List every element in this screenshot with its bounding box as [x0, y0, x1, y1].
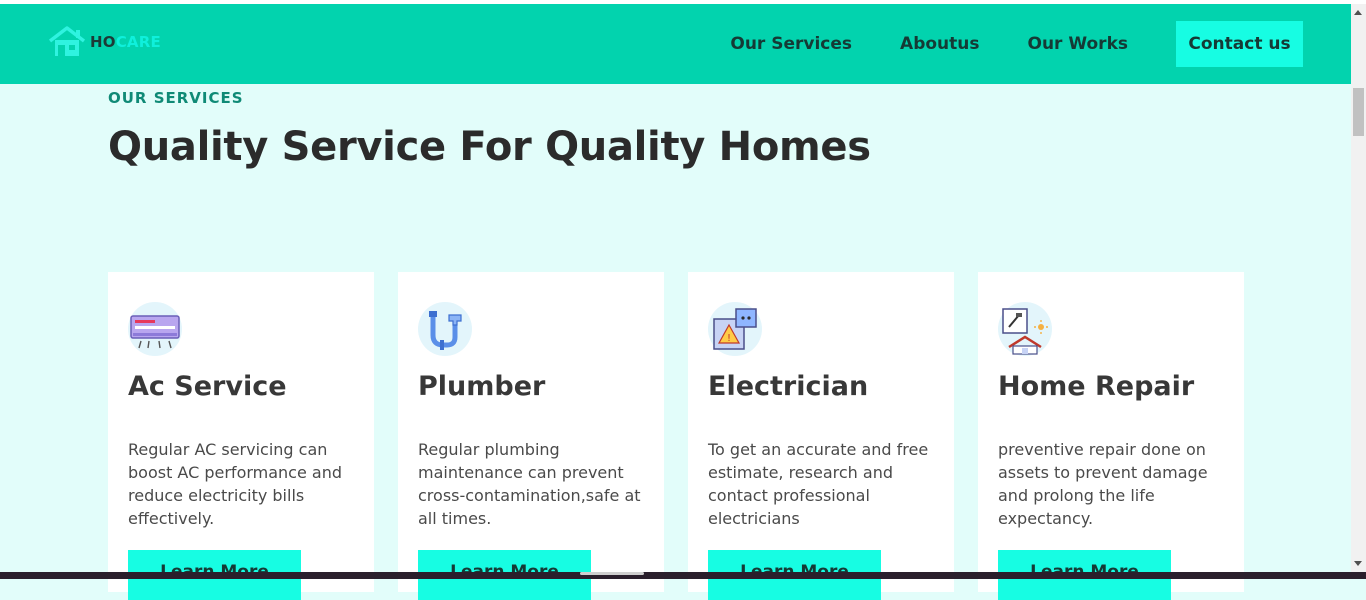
vertical-scrollbar[interactable]	[1351, 4, 1366, 572]
scrollbar-thumb[interactable]	[1353, 88, 1364, 136]
brand-name-ho: HO	[90, 33, 116, 51]
svg-text:!: !	[727, 333, 731, 344]
nav-our-services[interactable]: Our Services	[730, 34, 852, 54]
brand-logo[interactable]: HOCARE	[48, 26, 161, 58]
electrical-hazard-icon: !	[708, 302, 762, 356]
service-card-plumber: Plumber Regular plumbing maintenance can…	[398, 272, 664, 600]
site-header: HOCARE Our Services Aboutus Our Works Co…	[0, 4, 1351, 84]
card-description: Regular AC servicing can boost AC perfor…	[128, 440, 343, 528]
card-description: preventive repair done on assets to prev…	[998, 440, 1208, 528]
service-card-ac: Ac Service Regular AC servicing can boos…	[108, 272, 374, 600]
card-title: Home Repair	[998, 371, 1195, 402]
taskbar-handle	[580, 572, 644, 575]
card-title: Ac Service	[128, 371, 287, 402]
service-card-home-repair: Home Repair preventive repair done on as…	[978, 272, 1244, 600]
brand-name: HOCARE	[90, 33, 161, 51]
home-repair-icon	[998, 302, 1052, 356]
nav-aboutus[interactable]: Aboutus	[900, 34, 979, 54]
section-eyebrow: OUR SERVICES	[108, 89, 244, 107]
air-conditioner-icon	[128, 302, 182, 356]
card-description: To get an accurate and free estimate, re…	[708, 440, 929, 528]
section-title: Quality Service For Quality Homes	[108, 124, 871, 170]
card-description: Regular plumbing maintenance can prevent…	[418, 440, 641, 528]
contact-us-button[interactable]: Contact us	[1176, 21, 1303, 67]
service-card-electrician: ! Electrician To get an accurate and fre…	[688, 272, 954, 600]
scroll-up-arrow-icon[interactable]	[1354, 10, 1362, 15]
card-title: Electrician	[708, 371, 869, 402]
nav-our-works[interactable]: Our Works	[1028, 34, 1129, 54]
main-nav: Our Services Aboutus Our Works Contact u…	[730, 21, 1303, 67]
pipe-icon	[418, 302, 472, 356]
card-title: Plumber	[418, 371, 546, 402]
taskbar-strip	[0, 572, 1366, 579]
scroll-down-arrow-icon[interactable]	[1354, 561, 1362, 566]
brand-name-care: CARE	[115, 33, 161, 51]
house-icon	[48, 26, 86, 58]
